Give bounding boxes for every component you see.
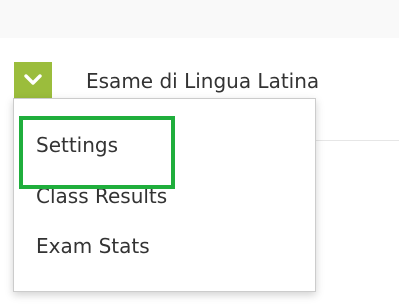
course-dropdown-menu: Settings Class Results Exam Stats (13, 98, 316, 292)
menu-item-exam-stats[interactable]: Exam Stats (36, 233, 150, 259)
header-divider (316, 140, 399, 141)
menu-item-settings[interactable]: Settings (36, 132, 118, 158)
course-title: Esame di Lingua Latina (86, 69, 320, 93)
top-bar-background (0, 0, 399, 38)
menu-item-class-results[interactable]: Class Results (36, 183, 167, 209)
chevron-down-icon (24, 74, 42, 85)
course-menu-toggle-button[interactable] (14, 62, 52, 98)
